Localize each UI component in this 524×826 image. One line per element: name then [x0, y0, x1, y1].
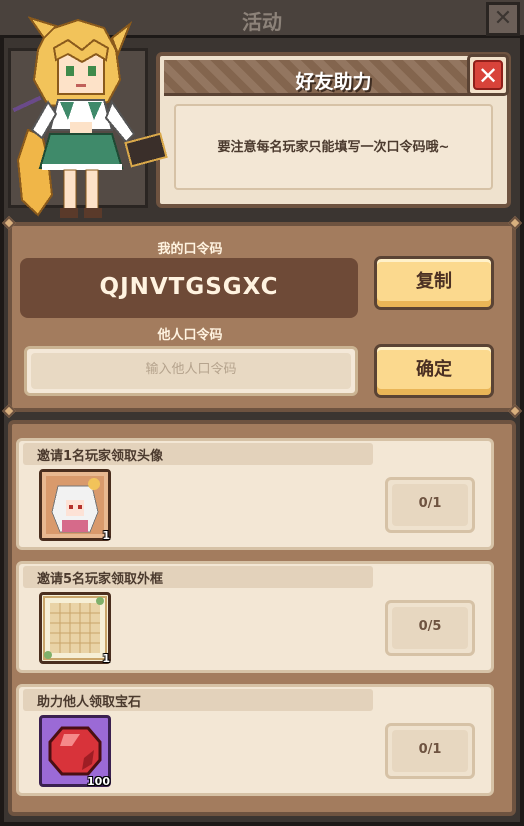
- icon-quantity: 1: [102, 529, 110, 542]
- progress-count: 0/1: [392, 484, 468, 526]
- task-item-assist: 助力他人领取宝石 100 0/1: [16, 684, 494, 796]
- frame-icon[interactable]: 1: [39, 592, 111, 665]
- confirm-button[interactable]: 确定: [374, 344, 494, 398]
- background-close-icon: ✕: [486, 2, 520, 36]
- frame-grid-icon: [43, 596, 107, 660]
- copy-button[interactable]: 复制: [374, 256, 494, 310]
- my-code-box: QJNVTGSGXC: [20, 258, 358, 318]
- other-code-field[interactable]: 输入他人口令码: [24, 346, 358, 396]
- character-illustration: [12, 16, 168, 218]
- progress-box: 0/1: [385, 477, 475, 533]
- task-item-invite-5: 邀请5名玩家领取外框 1 0/5: [16, 561, 494, 673]
- notice-text: 要注意每名玩家只能填写一次口令码哦~: [217, 140, 450, 155]
- my-code-value: QJNVTGSGXC: [99, 274, 279, 300]
- task-label: 邀请5名玩家领取外框: [37, 572, 164, 587]
- close-button[interactable]: ✕: [467, 54, 509, 96]
- gem-icon[interactable]: 100: [39, 715, 111, 788]
- task-label: 助力他人领取宝石: [37, 695, 142, 710]
- dialog-title: 好友助力: [295, 71, 372, 93]
- notice-header: 好友助力: [164, 60, 503, 96]
- task-label: 邀请1名玩家领取头像: [37, 449, 164, 464]
- notice-body: 要注意每名玩家只能填写一次口令码哦~: [174, 104, 493, 190]
- progress-count: 0/1: [392, 730, 468, 772]
- icon-quantity: 1: [102, 652, 110, 665]
- other-code-input[interactable]: 输入他人口令码: [31, 353, 351, 389]
- code-panel: 我的口令码 QJNVTGSGXC 复制 他人口令码 输入他人口令码 确定: [8, 222, 516, 412]
- avatar-icon[interactable]: 1: [39, 469, 111, 542]
- notice-dialog: 好友助力 ✕ 要注意每名玩家只能填写一次口令码哦~: [156, 52, 511, 208]
- icon-quantity: 100: [87, 775, 110, 788]
- progress-box: 0/5: [385, 600, 475, 656]
- progress-box: 0/1: [385, 723, 475, 779]
- avatar-portrait-icon: [42, 472, 108, 538]
- my-code-label: 我的口令码: [157, 242, 223, 257]
- task-item-invite-1: 邀请1名玩家领取头像 1 0/1: [16, 438, 494, 550]
- other-code-label: 他人口令码: [157, 328, 223, 343]
- progress-count: 0/5: [392, 607, 468, 649]
- close-icon: ✕: [473, 60, 503, 90]
